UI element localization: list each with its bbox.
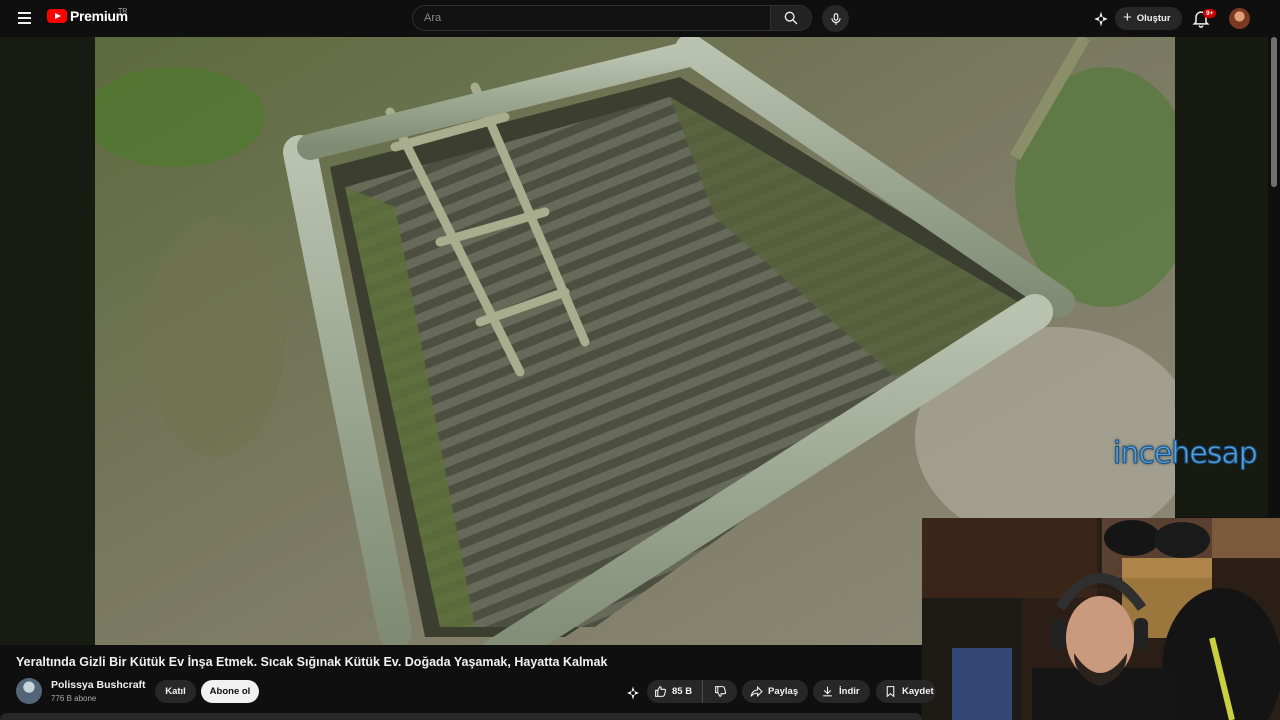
voice-search-button[interactable] — [822, 5, 849, 32]
thumbs-down-icon — [714, 686, 726, 697]
search-icon — [784, 11, 798, 25]
logo-country-code: TR — [118, 8, 128, 15]
sparkle-icon[interactable] — [1092, 10, 1110, 28]
join-button[interactable]: Katıl — [155, 680, 196, 703]
mic-icon — [830, 12, 841, 25]
comments-section-edge — [0, 713, 922, 720]
save-button[interactable]: Kaydet — [876, 680, 936, 703]
like-count: 85 B — [672, 686, 693, 697]
search-bar — [412, 5, 812, 31]
streamer-webcam-overlay — [922, 518, 1280, 720]
bookmark-icon — [886, 686, 895, 698]
menu-icon-line — [17, 12, 31, 14]
youtube-play-icon — [47, 9, 67, 23]
download-button[interactable]: İndir — [813, 680, 870, 703]
top-bar: Premium TR + Oluştur 9+ — [0, 0, 1280, 37]
download-icon — [823, 686, 832, 697]
share-arrow-icon — [750, 685, 763, 698]
plus-icon: + — [1123, 9, 1132, 26]
menu-icon-line — [17, 22, 31, 24]
create-button[interactable]: + Oluştur — [1115, 7, 1182, 30]
share-label: Paylaş — [768, 686, 799, 697]
like-button[interactable]: 85 B — [647, 680, 703, 703]
scrollbar-thumb[interactable] — [1271, 37, 1277, 187]
channel-avatar[interactable] — [16, 678, 42, 704]
like-dislike-group: 85 B — [647, 680, 737, 703]
create-label: Oluştur — [1136, 13, 1171, 24]
dislike-button[interactable] — [703, 680, 737, 703]
video-title: Yeraltında Gizli Bir Kütük Ev İnşa Etmek… — [16, 655, 608, 669]
search-input[interactable] — [412, 5, 770, 31]
share-button[interactable]: Paylaş — [742, 680, 808, 703]
thumbs-up-icon — [655, 686, 667, 697]
subscriber-count: 776 B abone — [51, 694, 97, 703]
video-letterbox-left — [0, 37, 95, 645]
menu-button[interactable] — [13, 8, 35, 28]
youtube-premium-logo[interactable]: Premium — [47, 8, 128, 24]
sparkle-icon[interactable] — [625, 685, 641, 701]
save-label: Kaydet — [902, 686, 934, 697]
watermark-logo: incehesap — [1113, 436, 1259, 472]
video-info-section: Yeraltında Gizli Bir Kütük Ev İnşa Etmek… — [0, 645, 936, 720]
download-label: İndir — [839, 686, 860, 697]
account-avatar[interactable] — [1229, 8, 1250, 29]
webcam-image — [922, 518, 1280, 720]
notification-badge: 9+ — [1203, 9, 1217, 18]
channel-name[interactable]: Polissya Bushcraft — [51, 679, 146, 691]
menu-icon-line — [17, 17, 31, 19]
search-button[interactable] — [770, 5, 812, 31]
subscribe-button[interactable]: Abone ol — [201, 680, 259, 703]
